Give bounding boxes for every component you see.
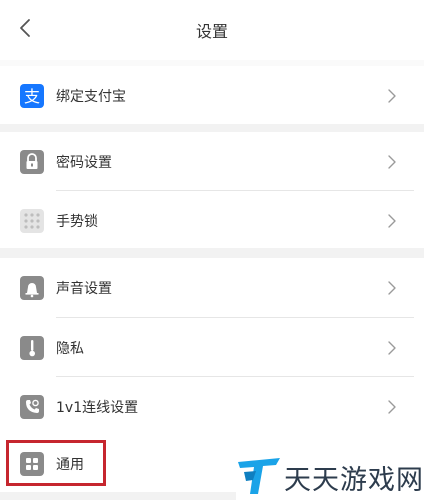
settings-item-label: 密码设置 xyxy=(56,155,112,171)
call-icon xyxy=(20,395,44,419)
settings-item-privacy[interactable]: 隐私 xyxy=(0,318,424,378)
settings-item-password[interactable]: 密码设置 xyxy=(0,132,424,192)
chevron-right-icon xyxy=(388,281,396,295)
watermark: 天天游戏网 xyxy=(236,450,424,500)
lock-icon xyxy=(20,150,44,174)
settings-item-sound[interactable]: 声音设置 xyxy=(0,258,424,318)
watermark-logo-icon xyxy=(238,458,280,494)
settings-item-1v1-call[interactable]: 1v1连线设置 xyxy=(0,377,424,437)
svg-text:支: 支 xyxy=(24,87,40,106)
chevron-right-icon xyxy=(388,400,396,414)
settings-item-label: 声音设置 xyxy=(56,281,112,297)
settings-item-bind-alipay[interactable]: 支 绑定支付宝 xyxy=(0,66,424,126)
settings-item-label: 绑定支付宝 xyxy=(56,89,126,105)
alipay-icon: 支 xyxy=(20,84,44,108)
bell-icon xyxy=(20,276,44,300)
watermark-text: 天天游戏网 xyxy=(284,465,424,496)
settings-item-label: 手势锁 xyxy=(56,214,98,230)
chevron-right-icon xyxy=(388,89,396,103)
thermometer-icon xyxy=(20,336,44,360)
page-title: 设置 xyxy=(195,22,228,41)
chevron-right-icon xyxy=(388,214,396,228)
chevron-right-icon xyxy=(388,341,396,355)
nav-bar: 设置 xyxy=(0,0,424,60)
settings-item-gesture-lock[interactable]: 手势锁 xyxy=(0,191,424,251)
highlight-box xyxy=(6,440,106,486)
section-gap xyxy=(0,248,424,258)
chevron-right-icon xyxy=(388,155,396,169)
gesture-grid-icon xyxy=(20,209,44,233)
settings-item-label: 1v1连线设置 xyxy=(56,400,139,416)
settings-item-label: 隐私 xyxy=(56,341,84,357)
